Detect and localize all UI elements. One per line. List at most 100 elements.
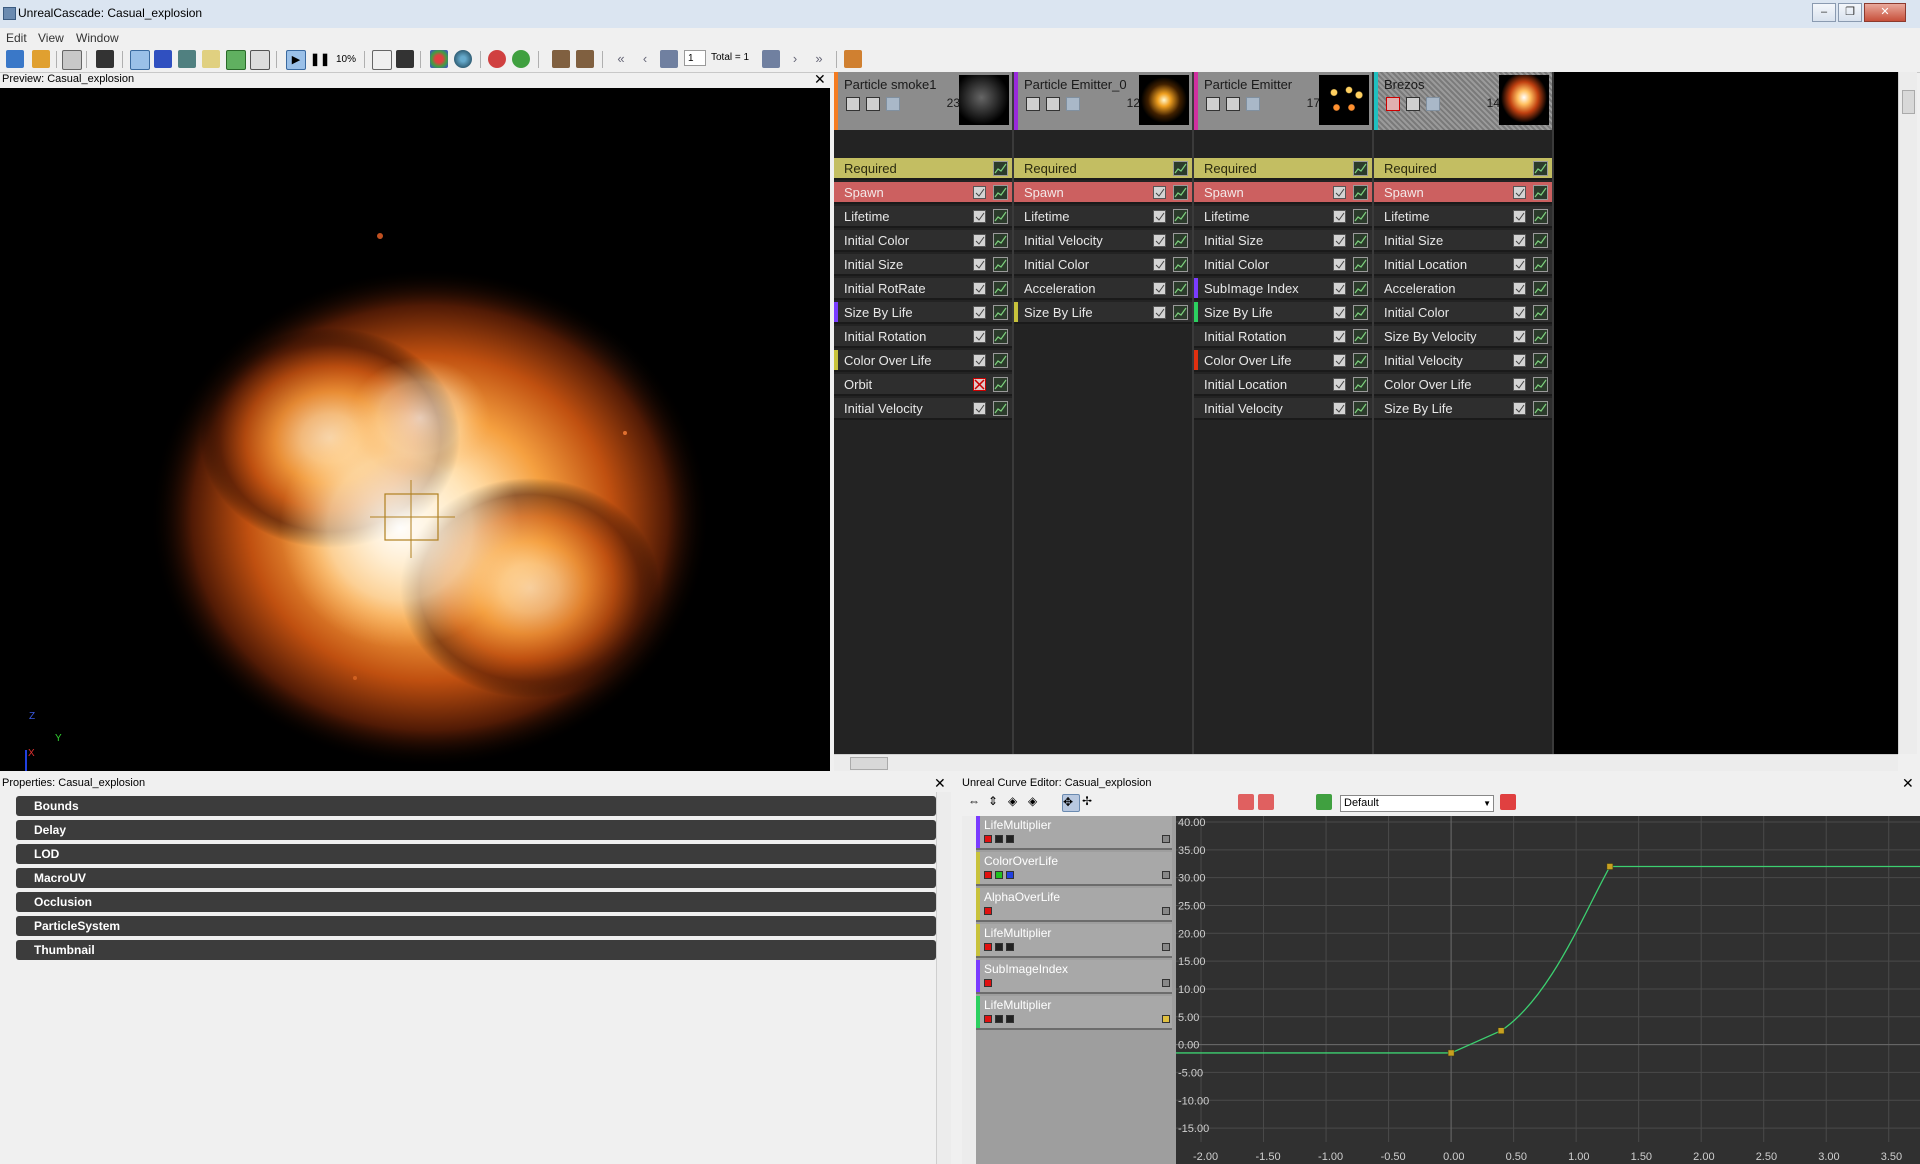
linear-icon[interactable] bbox=[1192, 794, 1208, 810]
module-row[interactable]: Initial RotRate bbox=[834, 278, 1012, 300]
undo-icon[interactable] bbox=[488, 50, 506, 68]
scroll-thumb[interactable] bbox=[850, 757, 888, 770]
emitter-enable-toggle[interactable] bbox=[1026, 97, 1040, 111]
curve-editor-toggle-icon[interactable] bbox=[1533, 161, 1548, 176]
module-row[interactable]: Initial Velocity bbox=[834, 398, 1012, 420]
emitter-vertical-scrollbar[interactable] bbox=[1898, 72, 1917, 754]
emitter-render-mode-toggle[interactable] bbox=[1046, 97, 1060, 111]
curve-channel-toggle[interactable] bbox=[995, 871, 1003, 879]
module-row[interactable]: Color Over Life bbox=[1374, 374, 1552, 396]
module-enable-checkbox[interactable] bbox=[1333, 258, 1346, 271]
pause-icon[interactable]: ❚❚ bbox=[310, 50, 330, 68]
module-enable-checkbox[interactable] bbox=[1513, 330, 1526, 343]
property-category[interactable]: MacroUV bbox=[16, 868, 936, 888]
emitter-enable-toggle[interactable] bbox=[846, 97, 860, 111]
constant-icon[interactable] bbox=[1212, 794, 1228, 810]
module-row[interactable]: Size By Life bbox=[1374, 398, 1552, 420]
module-enable-checkbox[interactable] bbox=[1333, 354, 1346, 367]
close-window-button[interactable]: ✕ bbox=[1864, 3, 1906, 22]
curve-entry[interactable]: LifeMultiplier bbox=[976, 924, 1172, 958]
curve-editor-toggle-icon[interactable] bbox=[1353, 377, 1368, 392]
curve-channel-toggle[interactable] bbox=[995, 835, 1003, 843]
curve-visibility-toggle[interactable] bbox=[1162, 907, 1170, 915]
curve-channel-toggle[interactable] bbox=[984, 979, 992, 987]
curve-editor-toggle-icon[interactable] bbox=[1353, 233, 1368, 248]
emitter-header[interactable]: Brezos 14 bbox=[1374, 72, 1552, 130]
module-row[interactable]: Initial Rotation bbox=[1194, 326, 1372, 348]
curve-editor-toggle-icon[interactable] bbox=[1173, 233, 1188, 248]
module-row[interactable]: SubImage Index bbox=[1194, 278, 1372, 300]
tangent-auto-icon[interactable] bbox=[1112, 794, 1128, 810]
curve-series-line[interactable] bbox=[1176, 865, 1920, 1054]
curve-channel-toggle[interactable] bbox=[1006, 871, 1014, 879]
find-icon[interactable] bbox=[62, 50, 82, 70]
module-enable-checkbox[interactable] bbox=[1513, 282, 1526, 295]
curve-editor-toggle-icon[interactable] bbox=[1533, 281, 1548, 296]
emitter-header[interactable]: Particle Emitter_0 12 bbox=[1014, 72, 1192, 130]
module-row[interactable]: Color Over Life bbox=[1194, 350, 1372, 372]
module-enable-checkbox[interactable] bbox=[1513, 234, 1526, 247]
property-category[interactable]: Delay bbox=[16, 820, 936, 840]
module-enable-checkbox[interactable] bbox=[973, 306, 986, 319]
save-thumbnail-icon[interactable] bbox=[96, 50, 114, 68]
flatten-icon[interactable] bbox=[1238, 794, 1254, 810]
curve-channel-toggle[interactable] bbox=[1006, 943, 1014, 951]
module-enable-checkbox[interactable] bbox=[1333, 210, 1346, 223]
lod-next-icon[interactable]: › bbox=[786, 50, 804, 68]
emitter-header[interactable]: Particle Emitter 17 bbox=[1194, 72, 1372, 130]
module-row[interactable]: Initial Rotation bbox=[834, 326, 1012, 348]
preview-close-icon[interactable]: ✕ bbox=[814, 72, 826, 86]
menu-view[interactable]: View bbox=[38, 31, 64, 45]
maximize-button[interactable]: ❐ bbox=[1838, 3, 1862, 22]
module-row[interactable]: Initial Size bbox=[1374, 230, 1552, 252]
emitter-solo-toggle[interactable] bbox=[1426, 97, 1440, 111]
curve-channel-toggle[interactable] bbox=[1006, 1015, 1014, 1023]
module-enable-checkbox[interactable] bbox=[1333, 402, 1346, 415]
module-row[interactable]: Initial Velocity bbox=[1194, 398, 1372, 420]
curve-editor-toggle-icon[interactable] bbox=[993, 329, 1008, 344]
curve-editor-close-icon[interactable]: ✕ bbox=[1902, 776, 1914, 790]
module-row[interactable]: Lifetime bbox=[1374, 206, 1552, 228]
property-category[interactable]: ParticleSystem bbox=[16, 916, 936, 936]
curve-visibility-toggle[interactable] bbox=[1162, 1015, 1170, 1023]
wireframe-sphere-icon[interactable] bbox=[454, 50, 472, 68]
fit-horizontal-icon[interactable]: ⇔ bbox=[968, 794, 984, 810]
lod-prev-icon[interactable]: ‹ bbox=[636, 50, 654, 68]
module-row[interactable]: Initial Color bbox=[1194, 254, 1372, 276]
module-row[interactable]: Spawn bbox=[1014, 182, 1192, 204]
minimize-button[interactable]: – bbox=[1812, 3, 1836, 22]
module-row[interactable]: Size By Life bbox=[1014, 302, 1192, 324]
curve-editor-toggle-icon[interactable] bbox=[993, 233, 1008, 248]
curve-editor-toggle-icon[interactable] bbox=[1353, 185, 1368, 200]
curve-editor-toggle-icon[interactable] bbox=[1353, 305, 1368, 320]
module-enable-checkbox[interactable] bbox=[1333, 234, 1346, 247]
curve-channel-toggle[interactable] bbox=[984, 871, 992, 879]
curve-editor-toggle-icon[interactable] bbox=[1533, 257, 1548, 272]
menu-edit[interactable]: Edit bbox=[6, 31, 27, 45]
curve-entry[interactable]: AlphaOverLife bbox=[976, 888, 1172, 922]
fit-vertical-icon[interactable]: ⇕ bbox=[988, 794, 1004, 810]
curve-editor-toggle-icon[interactable] bbox=[993, 377, 1008, 392]
delete-tab-icon[interactable] bbox=[1500, 794, 1516, 810]
module-row[interactable]: Required bbox=[1014, 158, 1192, 180]
toggle-orbit-icon[interactable] bbox=[130, 50, 150, 70]
emitter-render-mode-toggle[interactable] bbox=[866, 97, 880, 111]
curve-editor-toggle-icon[interactable] bbox=[1173, 209, 1188, 224]
straighten-icon[interactable] bbox=[1258, 794, 1274, 810]
curve-editor-toggle-icon[interactable] bbox=[993, 305, 1008, 320]
restart-sim-icon[interactable] bbox=[6, 50, 24, 68]
module-enable-checkbox[interactable] bbox=[1333, 282, 1346, 295]
curve-graph[interactable]: 40.00 35.00 30.00 25.00 20.00 15.00 10.00 5.00 0… bbox=[1176, 816, 1920, 1164]
module-enable-checkbox[interactable] bbox=[1333, 330, 1346, 343]
module-enable-checkbox[interactable] bbox=[1153, 282, 1166, 295]
module-enable-checkbox[interactable] bbox=[1513, 306, 1526, 319]
curve-entry[interactable]: ColorOverLife bbox=[976, 852, 1172, 886]
module-enable-checkbox[interactable] bbox=[973, 330, 986, 343]
menu-window[interactable]: Window bbox=[76, 31, 119, 45]
fit-selected-icon[interactable]: ◈ bbox=[1028, 794, 1044, 810]
preview-viewport[interactable]: Z Y X bbox=[0, 88, 830, 771]
emitter-column[interactable]: Brezos 14 Required Spawn Lifetime Initial Siz… bbox=[1374, 72, 1554, 754]
module-row[interactable]: Lifetime bbox=[1014, 206, 1192, 228]
module-enable-checkbox[interactable] bbox=[1513, 210, 1526, 223]
wireframe-icon[interactable] bbox=[154, 50, 172, 68]
